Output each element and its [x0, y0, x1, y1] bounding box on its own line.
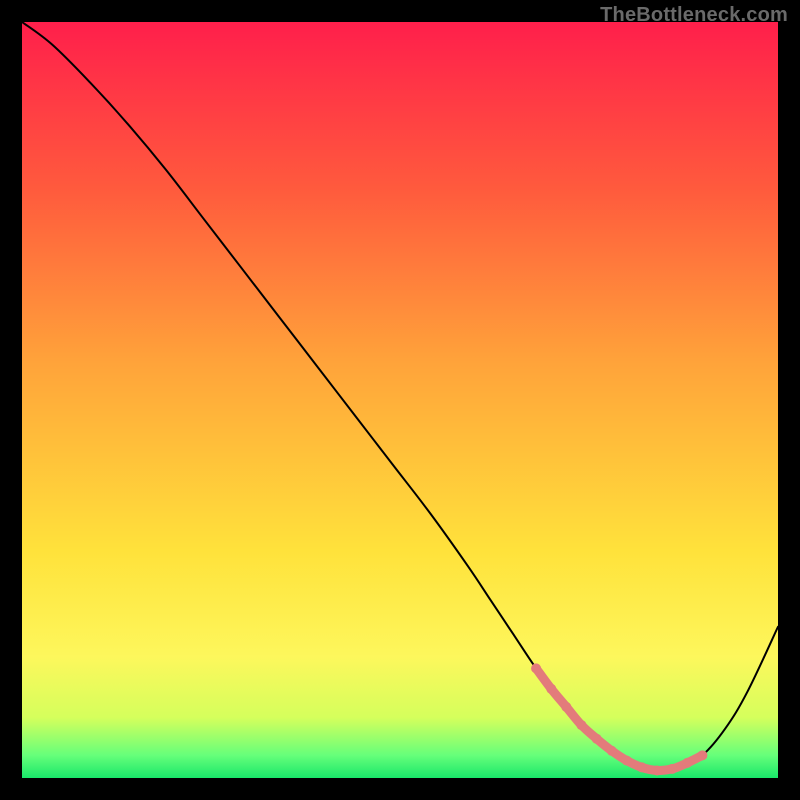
highlight-band-dot — [637, 762, 647, 772]
highlight-band-dot — [697, 750, 707, 760]
chart-svg — [22, 22, 778, 778]
highlight-band-dot — [546, 684, 556, 694]
chart-background — [22, 22, 778, 778]
highlight-band-dot — [682, 758, 692, 768]
chart-plot — [22, 22, 778, 778]
highlight-band-dot — [592, 734, 602, 744]
highlight-band-dot — [576, 720, 586, 730]
highlight-band-dot — [607, 746, 617, 756]
highlight-band-dot — [561, 702, 571, 712]
watermark-text: TheBottleneck.com — [600, 4, 788, 27]
highlight-band-dot — [531, 663, 541, 673]
highlight-band-dot — [652, 765, 662, 775]
chart-frame: TheBottleneck.com — [0, 0, 800, 800]
highlight-band-dot — [622, 756, 632, 766]
highlight-band-dot — [667, 764, 677, 774]
